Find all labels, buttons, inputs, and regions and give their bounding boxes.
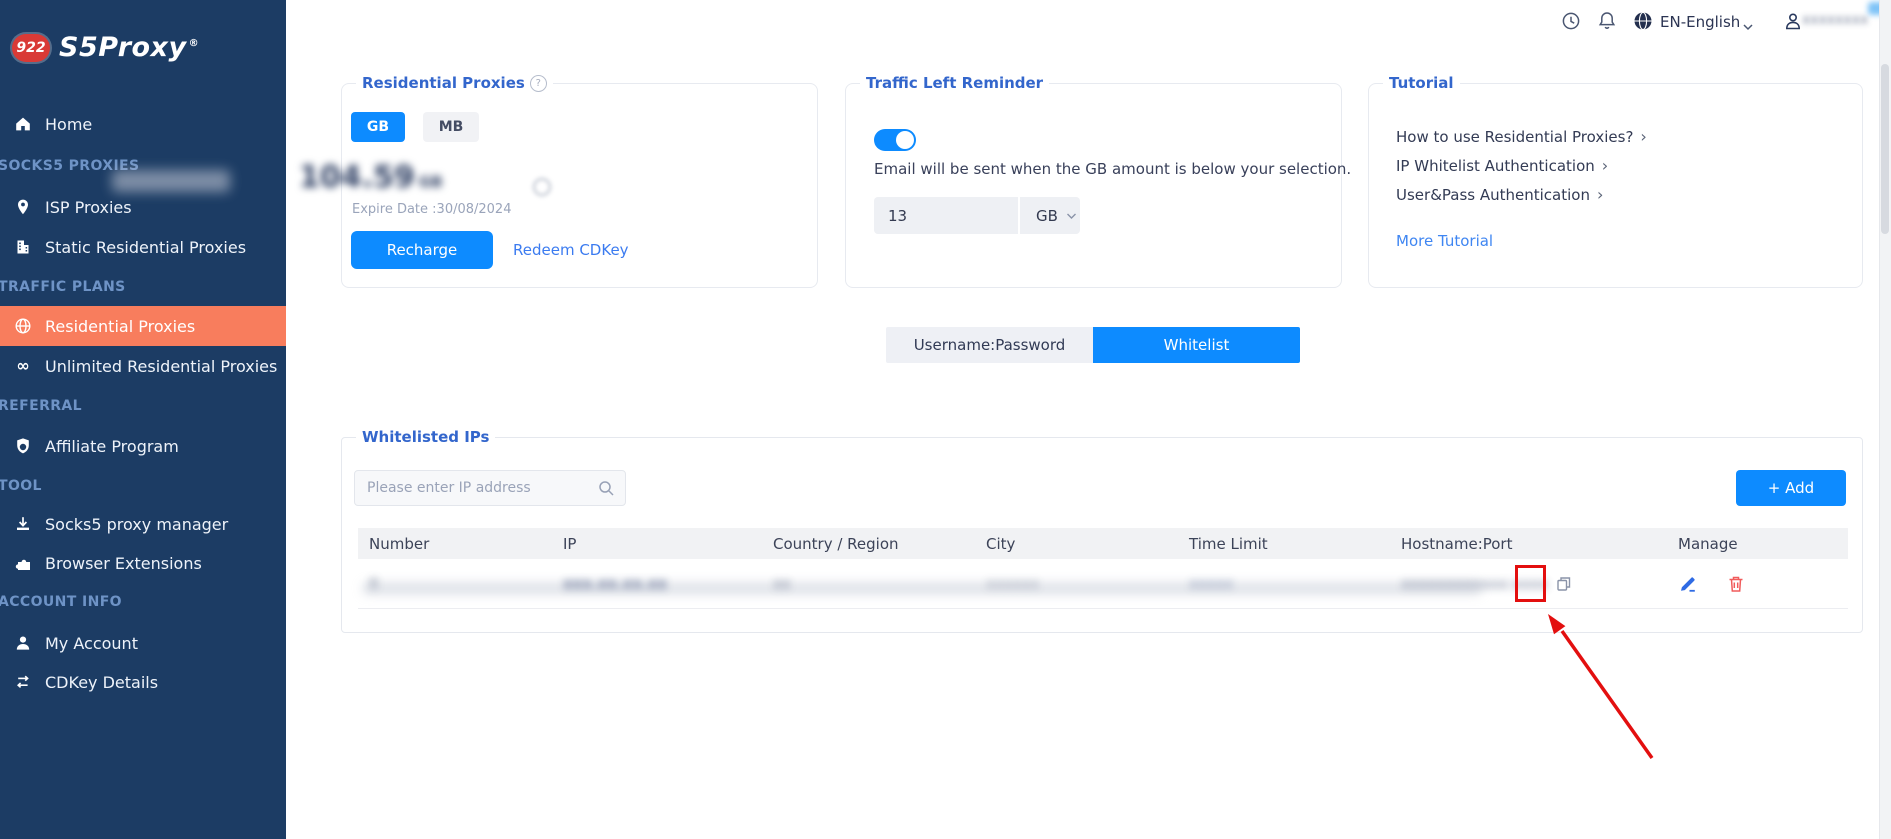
- sidebar-item-label: Browser Extensions: [45, 553, 202, 573]
- sidebar-item-label: Home: [45, 114, 93, 134]
- threshold-input[interactable]: [874, 205, 1006, 226]
- user-avatar-icon[interactable]: [1782, 10, 1804, 32]
- card-title: Residential Proxies ?: [356, 74, 553, 92]
- help-icon[interactable]: ?: [529, 74, 547, 92]
- chevron-right-icon: ›: [1640, 127, 1647, 146]
- reminder-description: Email will be sent when the GB amount is…: [874, 160, 1352, 178]
- card-title: Traffic Left Reminder: [860, 74, 1050, 92]
- home-icon: [14, 115, 32, 133]
- column-header-time-limit: Time Limit: [1189, 534, 1268, 553]
- user-icon: [14, 634, 32, 652]
- username-blurred[interactable]: xxxxxxxx: [1802, 12, 1878, 30]
- download-icon: [14, 515, 32, 533]
- tutorial-link-how-to-use[interactable]: How to use Residential Proxies? ›: [1396, 128, 1647, 146]
- sidebar-section-account-info: ACCOUNT INFO: [0, 594, 122, 610]
- whitelisted-ips-panel: Whitelisted IPs + Add Number IP Country …: [341, 428, 1863, 633]
- pin-icon: [14, 198, 32, 216]
- sidebar-item-label: CDKey Details: [45, 672, 159, 692]
- ip-search-box: [354, 470, 626, 506]
- brand-logo[interactable]: 922 S5Proxy ®: [12, 32, 199, 63]
- sidebar-item-socks5-proxy-manager[interactable]: Socks5 proxy manager: [0, 504, 286, 544]
- threshold-unit-select[interactable]: GB: [1020, 207, 1077, 225]
- bell-icon[interactable]: [1596, 10, 1618, 32]
- sidebar-item-label: Unlimited Residential Proxies: [45, 356, 278, 376]
- column-header-ip: IP: [563, 534, 577, 553]
- globe-icon[interactable]: [1632, 10, 1654, 32]
- registered-mark: ®: [188, 38, 200, 49]
- column-header-manage: Manage: [1678, 534, 1738, 553]
- history-icon[interactable]: [1560, 10, 1582, 32]
- redaction-smear: [362, 582, 1482, 595]
- vertical-scrollbar-thumb[interactable]: [1881, 64, 1889, 234]
- recharge-button[interactable]: Recharge: [351, 231, 493, 269]
- redeem-cdkey-link[interactable]: Redeem CDKey: [513, 241, 629, 259]
- sidebar-item-label: Affiliate Program: [45, 436, 179, 456]
- delete-trash-icon[interactable]: [1726, 574, 1746, 594]
- traffic-amount-blurred: 104.59 GB: [299, 160, 443, 195]
- sidebar-item-label: My Account: [45, 633, 138, 653]
- logo-922-badge: 922: [12, 33, 50, 62]
- chevron-down-icon[interactable]: [1742, 17, 1754, 36]
- sidebar-item-label: Socks5 proxy manager: [45, 514, 229, 534]
- column-header-city: City: [986, 534, 1016, 553]
- redaction-smear: [112, 170, 230, 192]
- column-header-number: Number: [369, 534, 430, 553]
- card-tutorial: Tutorial How to use Residential Proxies?…: [1368, 74, 1863, 288]
- sidebar-item-label: ISP Proxies: [45, 197, 132, 217]
- column-header-country: Country / Region: [773, 534, 899, 553]
- sidebar-section-referral: REFERRAL: [0, 398, 82, 414]
- sidebar-item-home[interactable]: Home: [0, 104, 286, 144]
- unit-mb-button[interactable]: MB: [423, 112, 479, 142]
- sidebar-item-isp-proxies[interactable]: ISP Proxies: [0, 187, 286, 227]
- puzzle-icon: [14, 554, 32, 572]
- sidebar: 922 S5Proxy ® Home SOCKS5 PROXIES ISP Pro…: [0, 0, 286, 839]
- reminder-toggle[interactable]: [874, 129, 916, 151]
- column-header-hostname-port: Hostname:Port: [1401, 534, 1513, 553]
- panel-title: Whitelisted IPs: [356, 428, 496, 446]
- auth-tabs: Username:Password Whitelist: [886, 327, 1300, 363]
- more-tutorial-link[interactable]: More Tutorial: [1396, 232, 1493, 250]
- threshold-input-group: GB: [874, 197, 1080, 234]
- tutorial-link-ip-whitelist[interactable]: IP Whitelist Authentication ›: [1396, 157, 1608, 175]
- sidebar-item-static-residential[interactable]: Static Residential Proxies: [0, 227, 286, 267]
- logo-text: S5Proxy ®: [59, 32, 200, 63]
- sidebar-item-unlimited-residential[interactable]: ∞ Unlimited Residential Proxies: [0, 346, 286, 386]
- copy-icon-highlight-box: [1515, 565, 1546, 602]
- table-header: Number IP Country / Region City Time Lim…: [358, 528, 1848, 559]
- swap-icon: [14, 673, 32, 691]
- refresh-icon-blurred: [533, 178, 551, 196]
- search-icon[interactable]: [597, 479, 615, 497]
- sidebar-item-label: Static Residential Proxies: [45, 237, 247, 257]
- infinity-icon: ∞: [16, 356, 30, 375]
- chevron-right-icon: ›: [1596, 185, 1604, 204]
- sidebar-item-my-account[interactable]: My Account: [0, 623, 286, 663]
- edit-pencil-icon[interactable]: [1678, 574, 1698, 594]
- app-window: 922 S5Proxy ® Home SOCKS5 PROXIES ISP Pro…: [0, 0, 1891, 839]
- tab-username-password[interactable]: Username:Password: [886, 327, 1093, 363]
- card-traffic-left-reminder: Traffic Left Reminder Email will be sent…: [845, 74, 1351, 288]
- globe-icon: [14, 317, 32, 335]
- building-icon: [14, 238, 32, 256]
- sidebar-item-browser-extensions[interactable]: Browser Extensions: [0, 543, 286, 583]
- unit-gb-button[interactable]: GB: [351, 112, 405, 142]
- copy-icon[interactable]: [1554, 574, 1574, 594]
- chevron-right-icon: ›: [1601, 156, 1609, 175]
- sidebar-item-label: Residential Proxies: [45, 316, 196, 336]
- sidebar-section-traffic-plans: TRAFFIC PLANS: [0, 279, 126, 295]
- tutorial-link-userpass[interactable]: User&Pass Authentication ›: [1396, 186, 1603, 204]
- sidebar-item-residential-proxies[interactable]: Residential Proxies: [0, 306, 286, 346]
- tab-whitelist[interactable]: Whitelist: [1093, 327, 1300, 363]
- card-title: Tutorial: [1383, 74, 1460, 92]
- shield-icon: [14, 437, 32, 455]
- language-selector[interactable]: EN-English: [1660, 13, 1740, 31]
- sidebar-item-cdkey-details[interactable]: CDKey Details: [0, 662, 286, 702]
- ip-search-input[interactable]: [355, 479, 597, 497]
- add-whitelist-button[interactable]: + Add: [1736, 470, 1846, 506]
- chevron-down-icon: [1066, 213, 1076, 219]
- expire-date: Expire Date :30/08/2024: [352, 202, 512, 217]
- sidebar-item-affiliate-program[interactable]: Affiliate Program: [0, 426, 286, 466]
- sidebar-section-tool: TOOL: [0, 478, 42, 494]
